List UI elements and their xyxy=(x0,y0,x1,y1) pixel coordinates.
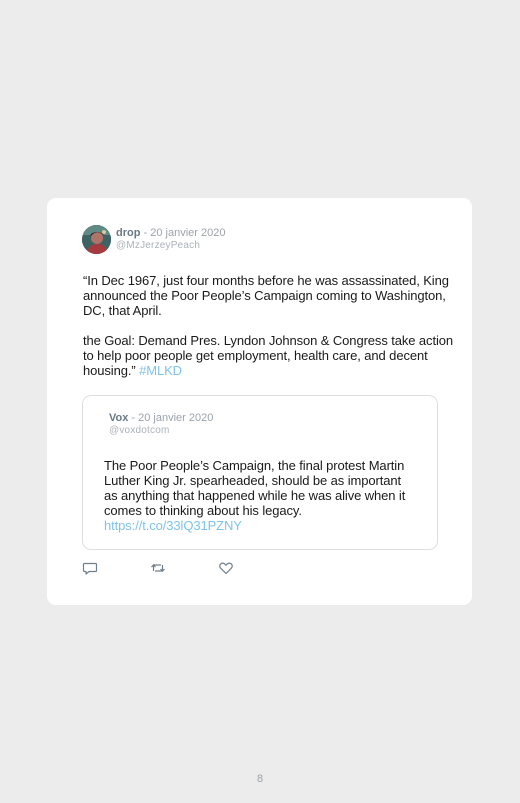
tweet-paragraph-2: the Goal: Demand Pres. Lyndon Johnson & … xyxy=(83,333,455,378)
tweet-text: “In Dec 1967, just four months before he… xyxy=(83,273,455,378)
author-handle[interactable]: @MzJerzeyPeach xyxy=(116,240,225,252)
quoted-tweet-date[interactable]: 20 janvier 2020 xyxy=(138,412,213,424)
tweet-date[interactable]: 20 janvier 2020 xyxy=(150,227,225,239)
heart-icon[interactable] xyxy=(218,560,234,576)
quoted-author-line: Vox - 20 janvier 2020 xyxy=(109,412,213,425)
quoted-author-meta: Vox - 20 janvier 2020 @voxdotcom xyxy=(109,412,213,437)
meta-separator: - xyxy=(140,227,151,239)
quoted-tweet-text: The Poor People’s Campaign, the final pr… xyxy=(104,458,416,533)
author-line: drop - 20 janvier 2020 xyxy=(116,227,225,240)
author-name[interactable]: drop xyxy=(116,227,140,239)
avatar[interactable] xyxy=(82,225,111,254)
author-meta: drop - 20 janvier 2020 @MzJerzeyPeach xyxy=(116,227,225,252)
tweet-paragraph-1: “In Dec 1967, just four months before he… xyxy=(83,273,449,318)
hashtag-link[interactable]: #MLKD xyxy=(139,363,182,378)
quoted-meta-separator: - xyxy=(128,412,139,424)
reply-icon[interactable] xyxy=(82,560,98,576)
quoted-author-name[interactable]: Vox xyxy=(109,412,128,424)
quoted-tweet[interactable]: Vox - 20 janvier 2020 @voxdotcom The Poo… xyxy=(82,395,438,550)
quoted-text-body: The Poor People’s Campaign, the final pr… xyxy=(104,458,406,518)
quoted-tweet-link[interactable]: https://t.co/33lQ31PZNY xyxy=(104,518,242,533)
quoted-author-handle[interactable]: @voxdotcom xyxy=(109,425,213,437)
tweet-card: drop - 20 janvier 2020 @MzJerzeyPeach “I… xyxy=(47,198,472,605)
page-number: 8 xyxy=(256,773,264,785)
retweet-icon[interactable] xyxy=(150,560,166,576)
